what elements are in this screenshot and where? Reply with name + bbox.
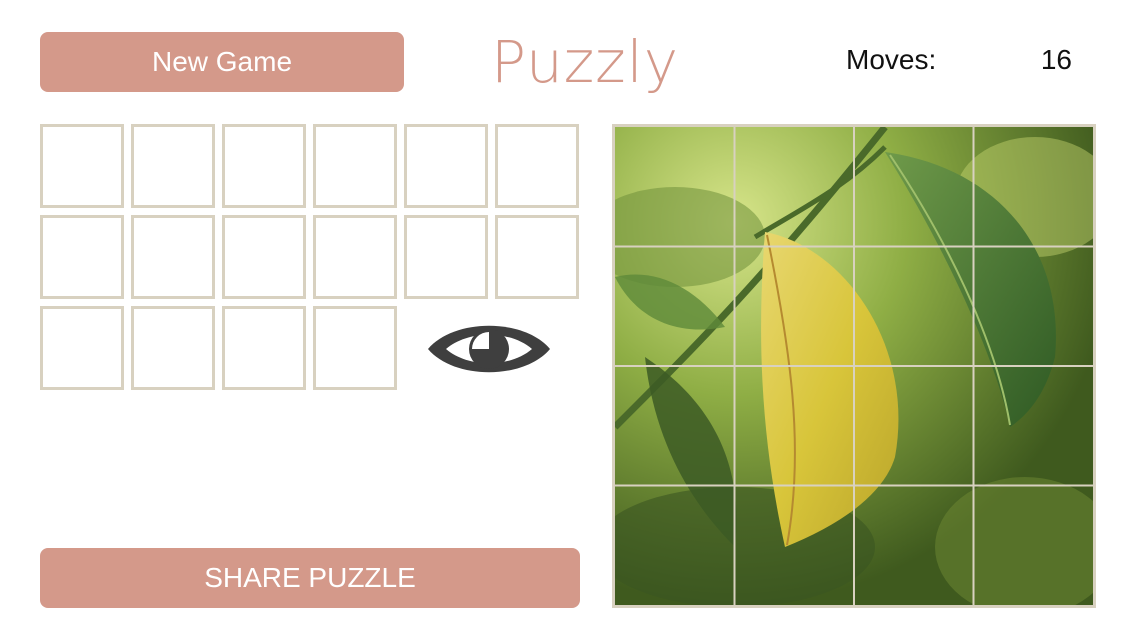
- share-puzzle-button[interactable]: SHARE PUZZLE: [40, 548, 580, 608]
- tray-slot[interactable]: [495, 215, 579, 299]
- moves-count: 16: [1040, 44, 1072, 75]
- eye-icon[interactable]: [424, 316, 554, 382]
- tray-slot[interactable]: [495, 124, 579, 208]
- tray-slot[interactable]: [131, 124, 215, 208]
- tray-slot[interactable]: [404, 215, 488, 299]
- puzzle-app: New Game Puzzly Moves: 16 SHARE PUZZLE: [0, 0, 1136, 640]
- tray-slot[interactable]: [131, 215, 215, 299]
- tray-slot[interactable]: [40, 306, 124, 390]
- tray-slot[interactable]: [222, 215, 306, 299]
- tray-slot[interactable]: [40, 215, 124, 299]
- tray-slot[interactable]: [131, 306, 215, 390]
- tray-slot[interactable]: [313, 306, 397, 390]
- tray-slot[interactable]: [313, 124, 397, 208]
- puzzle-board[interactable]: [612, 124, 1096, 608]
- tray-slot[interactable]: [222, 124, 306, 208]
- app-title: Puzzly: [490, 28, 680, 96]
- tray-slot[interactable]: [222, 306, 306, 390]
- tray-slot[interactable]: [404, 124, 488, 208]
- share-puzzle-label: SHARE PUZZLE: [204, 562, 416, 593]
- new-game-button[interactable]: New Game: [40, 32, 404, 92]
- leaf-photo: [615, 127, 1093, 605]
- tray-slot[interactable]: [40, 124, 124, 208]
- tray-slot[interactable]: [313, 215, 397, 299]
- new-game-label: New Game: [151, 46, 293, 77]
- moves-label: Moves:: [846, 44, 937, 75]
